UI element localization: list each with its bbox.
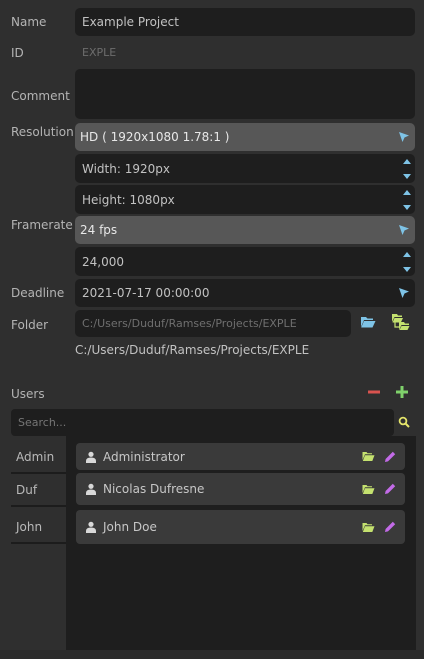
folder-path: C:/Users/Duduf/Ramses/Projects/EXPLE [75, 343, 310, 357]
folder-open-icon[interactable] [360, 315, 376, 329]
user-name: Nicolas Dufresne [103, 482, 205, 496]
user-name: Administrator [103, 449, 185, 464]
folder-field[interactable]: C:/Users/Duduf/Ramses/Projects/EXPLE [75, 310, 351, 337]
cursor-arrow-icon [399, 132, 409, 142]
deadline-label: Deadline [11, 286, 65, 300]
spin-arrows-icon[interactable] [402, 250, 412, 274]
resolution-preset-select[interactable]: HD ( 1920x1080 1.78:1 ) [75, 123, 415, 151]
search-icon[interactable] [398, 416, 410, 428]
framerate-preset-select[interactable]: 24 fps [75, 216, 415, 244]
tab-john[interactable]: John [11, 511, 66, 544]
spin-arrows-icon[interactable] [402, 157, 412, 181]
framerate-value: 24,000 [82, 254, 124, 269]
plus-icon[interactable] [395, 385, 409, 399]
width-spinbox[interactable]: Width: 1920px [75, 154, 415, 183]
height-spinbox[interactable]: Height: 1080px [75, 185, 415, 214]
minus-icon[interactable] [367, 385, 381, 399]
width-value: Width: 1920px [82, 161, 170, 176]
deadline-value: 2021-07-17 00:00:00 [82, 286, 210, 300]
folder-open-icon[interactable] [362, 522, 375, 533]
list-item[interactable]: Nicolas Dufresne [76, 473, 405, 505]
user-icon [86, 521, 96, 533]
tab-duf[interactable]: Duf [11, 474, 66, 507]
name-label: Name [11, 15, 47, 29]
search-input[interactable] [11, 409, 394, 436]
comment-label: Comment [11, 89, 70, 103]
id-label: ID [11, 46, 24, 60]
deadline-field[interactable]: 2021-07-17 00:00:00 [75, 279, 415, 307]
users-label: Users [11, 387, 45, 401]
tab-label: Duf [16, 482, 38, 497]
pencil-icon[interactable] [383, 450, 397, 464]
cursor-arrow-icon[interactable] [398, 287, 410, 299]
framerate-preset-value: 24 fps [80, 223, 118, 237]
cursor-arrow-icon [399, 225, 409, 235]
resolution-preset-value: HD ( 1920x1080 1.78:1 ) [80, 130, 230, 144]
tab-label: John [16, 519, 43, 534]
folder-label: Folder [11, 318, 49, 332]
bottom-bar [0, 650, 424, 659]
name-field[interactable]: Example Project [75, 8, 415, 36]
list-item[interactable]: Administrator [76, 443, 405, 470]
user-name: John Doe [103, 520, 157, 534]
framerate-spinbox[interactable]: 24,000 [75, 247, 415, 276]
height-value: Height: 1080px [82, 192, 175, 207]
folder-open-icon[interactable] [362, 484, 375, 495]
spin-arrows-icon[interactable] [402, 188, 412, 212]
user-icon [86, 451, 96, 463]
pencil-icon[interactable] [383, 482, 397, 496]
folder-tree-icon[interactable] [391, 313, 410, 331]
pencil-icon[interactable] [383, 520, 397, 534]
framerate-label: Framerate [11, 218, 73, 232]
list-item[interactable]: John Doe [76, 510, 405, 544]
tab-label: Admin [16, 449, 55, 464]
folder-open-icon[interactable] [362, 451, 375, 462]
comment-field[interactable] [75, 69, 415, 119]
id-value: EXPLE [82, 46, 117, 59]
tab-admin[interactable]: Admin [11, 441, 66, 474]
user-icon [86, 483, 96, 495]
resolution-label: Resolution [11, 125, 74, 139]
